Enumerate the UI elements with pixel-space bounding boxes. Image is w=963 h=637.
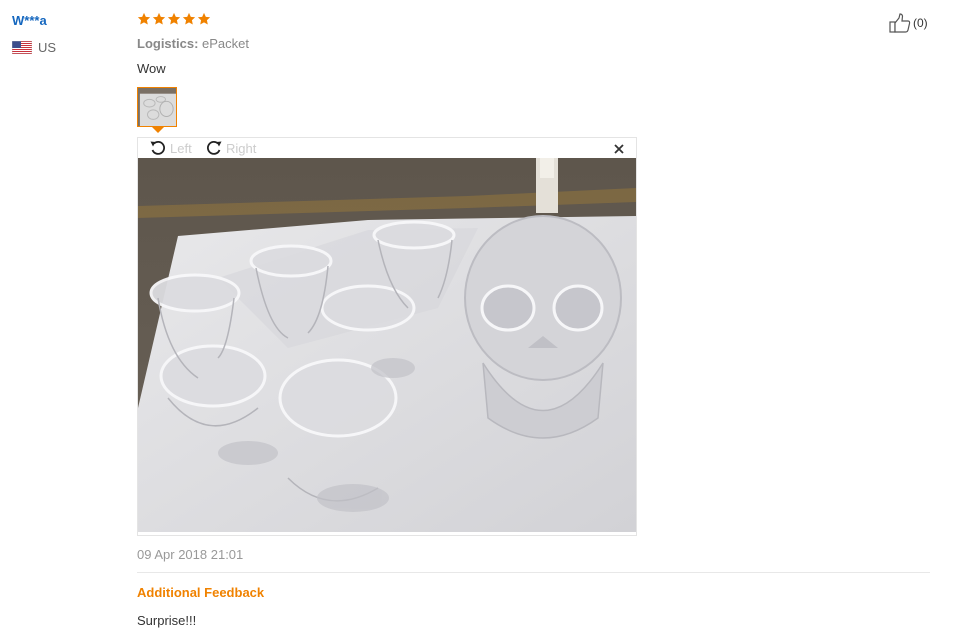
logistics-info: Logistics: ePacket [137, 36, 249, 51]
additional-feedback-text: Surprise!!! [137, 613, 197, 628]
rating-stars [137, 12, 211, 26]
review-text: Wow [137, 61, 166, 76]
star-icon [152, 12, 166, 25]
country-label: US [38, 40, 57, 55]
rotate-left-button[interactable]: Left [148, 138, 192, 158]
logistics-label: Logistics: [137, 36, 199, 51]
helpful-button[interactable]: (0) [889, 13, 928, 33]
star-icon [182, 12, 196, 25]
review-photo-thumbnail[interactable] [137, 87, 177, 127]
rotate-left-label: Left [170, 140, 192, 156]
thumbs-up-icon [889, 13, 911, 33]
rotate-right-label: Right [226, 140, 257, 156]
rotate-left-icon [150, 141, 165, 155]
buyer-name: W***a [12, 13, 47, 28]
thumbnail-selected-caret [152, 127, 164, 133]
logistics-value: ePacket [202, 36, 250, 51]
photo-viewer: Left Right [137, 137, 637, 536]
close-icon[interactable] [612, 142, 626, 156]
star-icon [137, 12, 151, 25]
us-flag-icon [12, 41, 32, 54]
review-photo [138, 158, 636, 532]
star-icon [167, 12, 181, 25]
star-icon [197, 12, 211, 25]
photo-viewer-toolbar: Left Right [138, 138, 636, 158]
additional-feedback-title: Additional Feedback [137, 585, 265, 600]
review-date: 09 Apr 2018 21:01 [137, 547, 244, 562]
divider [137, 572, 930, 573]
rotate-right-button[interactable]: Right [204, 138, 256, 158]
helpful-count: (0) [913, 16, 928, 30]
rotate-right-icon [207, 141, 222, 155]
buyer-country: US [12, 40, 56, 55]
